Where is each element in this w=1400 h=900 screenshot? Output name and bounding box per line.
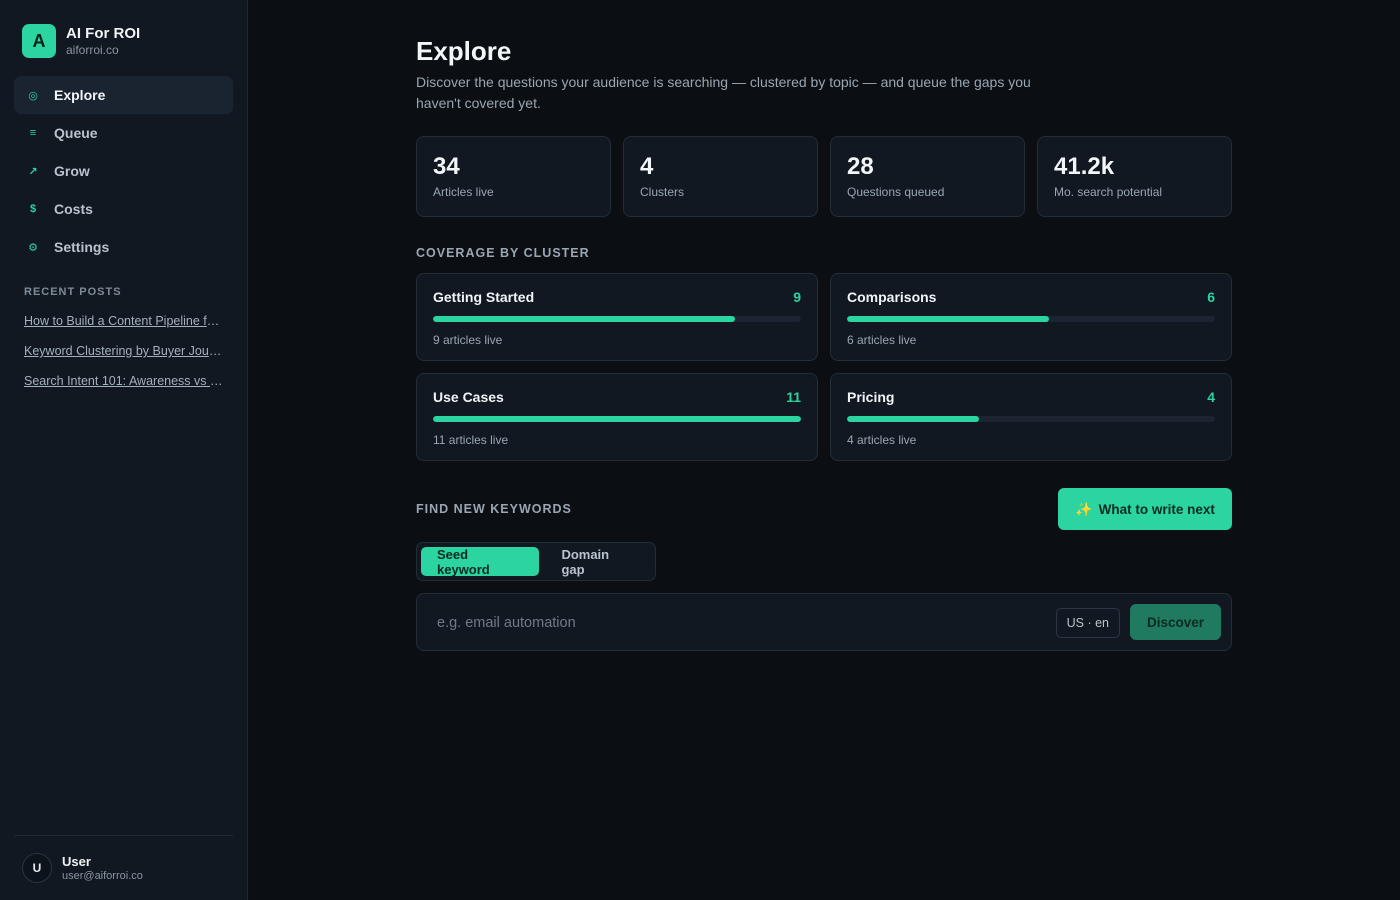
page-description: Discover the questions your audience is … [416,74,1031,111]
cluster-subtitle: 9 articles live [433,333,503,347]
brand-logo: A [22,24,56,58]
cluster-count: 6 [1207,289,1215,305]
cluster-subtitle: 4 articles live [847,433,917,447]
stat-card-search-potential: 41.2k Mo. search potential [1037,136,1232,217]
stat-card-questions-queued: 28 Questions queued [830,136,1025,217]
sidebar-item-grow[interactable]: ↗ Grow [14,152,233,190]
cluster-name: Comparisons [847,289,937,305]
cluster-name: Getting Started [433,289,535,305]
cluster-progress-fill [847,416,980,422]
recent-post-link[interactable]: How to Build a Content Pipeline for AI [24,313,224,343]
cluster-count: 4 [1207,389,1215,405]
cluster-count: 11 [786,389,801,405]
keyword-input[interactable] [437,612,1037,634]
gear-icon: ⚙ [28,241,38,254]
stat-value: 4 [640,153,654,180]
sidebar-item-label: Queue [54,125,98,141]
target-icon: ◎ [28,89,38,102]
cluster-grid: Getting Started 9 9 articles live Compar… [416,273,1232,461]
cluster-subtitle: 11 articles live [433,433,509,447]
sidebar-nav: ◎ Explore ≡ Queue ↗ Grow $ Costs ⚙ Setti… [14,76,233,266]
stat-label: Articles live [433,185,494,199]
coverage-heading: COVERAGE BY CLUSTER [416,246,590,260]
keyword-mode-toggle: Seed keyword Domain gap [416,542,656,581]
tab-seed-keyword[interactable]: Seed keyword [421,547,540,577]
page-title: Explore [416,36,512,66]
find-keywords-heading: FIND NEW KEYWORDS [416,502,572,516]
sidebar-item-label: Settings [54,239,110,255]
tab-domain-gap[interactable]: Domain gap [545,547,651,577]
stats-row: 34 Articles live 4 Clusters 28 Questions… [416,136,1232,217]
cluster-card-pricing[interactable]: Pricing 4 4 articles live [830,373,1232,461]
sidebar-item-costs[interactable]: $ Costs [14,190,233,228]
user-email: user@aiforroi.co [62,869,143,882]
keyword-search-box: US · en Discover [416,593,1232,651]
cluster-subtitle: 6 articles live [847,333,917,347]
list-icon: ≡ [29,127,37,139]
recent-posts-heading: RECENT POSTS [24,286,122,298]
stat-label: Questions queued [847,185,945,199]
recent-posts-list: How to Build a Content Pipeline for AI K… [24,313,224,403]
avatar: U [22,853,52,883]
dollar-icon: $ [29,203,37,215]
cluster-progress-bar [433,316,801,322]
stat-value: 28 [847,153,874,180]
sidebar: A AI For ROI aiforroi.co ◎ Explore ≡ Que… [0,0,248,900]
brand[interactable]: A AI For ROI aiforroi.co [22,24,140,58]
cluster-name: Pricing [847,389,895,405]
brand-name: AI For ROI [66,25,141,42]
cluster-progress-fill [433,416,801,422]
cluster-card-use-cases[interactable]: Use Cases 11 11 articles live [416,373,818,461]
stat-card-clusters: 4 Clusters [623,136,818,217]
sidebar-item-queue[interactable]: ≡ Queue [14,114,233,152]
cluster-progress-bar [847,316,1215,322]
sidebar-item-label: Grow [54,163,90,179]
cluster-progress-bar [847,416,1215,422]
sparkles-icon: ✨ [1075,500,1093,517]
user-account[interactable]: U User user@aiforroi.co [14,835,233,900]
cluster-card-getting-started[interactable]: Getting Started 9 9 articles live [416,273,818,361]
sidebar-item-settings[interactable]: ⚙ Settings [14,228,233,266]
stat-label: Mo. search potential [1054,185,1163,199]
cluster-progress-bar [433,416,801,422]
stat-card-articles-live: 34 Articles live [416,136,611,217]
cluster-progress-fill [847,316,1050,322]
sidebar-item-label: Explore [54,87,106,103]
stat-label: Clusters [640,185,685,199]
recent-post-link[interactable]: Search Intent 101: Awareness vs Decision [24,373,224,403]
cluster-count: 9 [793,289,801,305]
what-to-write-next-button[interactable]: ✨ What to write next [1058,488,1232,530]
cluster-progress-fill [433,316,735,322]
sidebar-item-explore[interactable]: ◎ Explore [14,76,233,114]
brand-domain: aiforroi.co [66,43,119,57]
discover-button[interactable]: Discover [1130,604,1221,640]
recent-post-link[interactable]: Keyword Clustering by Buyer Journey [24,343,224,373]
user-name: User [62,853,91,869]
trend-up-icon: ↗ [28,165,38,178]
button-label: What to write next [1098,501,1215,517]
cluster-name: Use Cases [433,389,504,405]
locale-selector[interactable]: US · en [1055,608,1120,638]
stat-value: 41.2k [1054,153,1115,180]
stat-value: 34 [433,153,460,180]
sidebar-item-label: Costs [54,201,93,217]
cluster-card-comparisons[interactable]: Comparisons 6 6 articles live [830,273,1232,361]
